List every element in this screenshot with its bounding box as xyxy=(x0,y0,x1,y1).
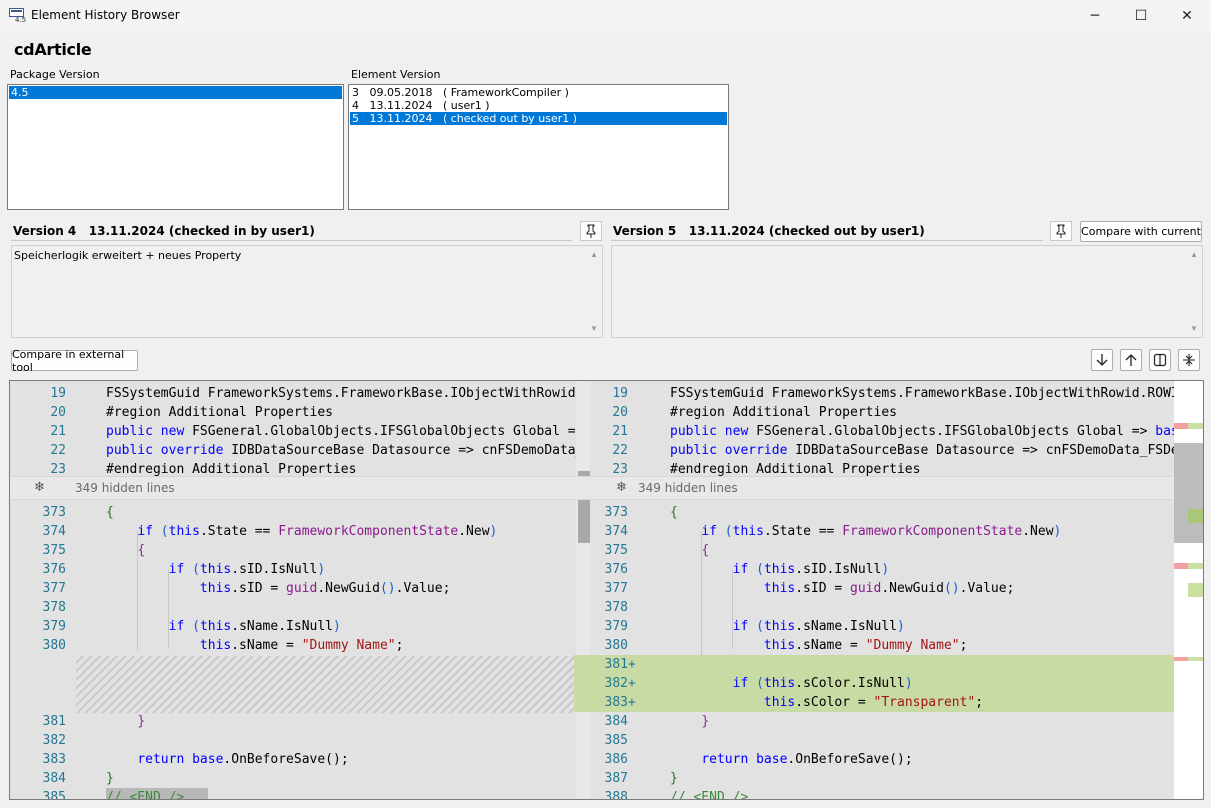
left-pin-button[interactable] xyxy=(580,221,602,241)
code-line: 381 } xyxy=(42,714,146,729)
window-title: Element History Browser xyxy=(31,8,180,22)
element-version-item[interactable]: 5 13.11.2024 ( checked out by user1 ) xyxy=(350,112,727,125)
right-pin-button[interactable] xyxy=(1050,221,1072,241)
code-line: 379 if (this.sName.IsNull) xyxy=(604,619,905,634)
code-line: 384 } xyxy=(604,714,710,729)
removed-marker xyxy=(1174,563,1188,569)
hidden-lines-row[interactable]: ❄ 349 hidden lines xyxy=(574,476,1174,500)
overview-thumb[interactable] xyxy=(1174,443,1203,543)
left-comment-text: Speicherlogik erweitert + neues Property xyxy=(14,249,242,262)
maximize-button[interactable]: ☐ xyxy=(1118,0,1164,32)
right-comment-box[interactable]: ▲ ▼ xyxy=(611,245,1203,338)
code-line: 22 public override IDBDataSourceBase Data… xyxy=(50,443,576,458)
code-line: 374 if (this.State == FrameworkComponent… xyxy=(42,524,498,539)
scroll-down-icon[interactable]: ▼ xyxy=(590,324,598,333)
diff-overview-ruler[interactable] xyxy=(1174,381,1203,799)
left-comment-box[interactable]: Speicherlogik erweitert + neues Property… xyxy=(11,245,603,338)
code-line: 376 if (this.sID.IsNull) xyxy=(42,562,326,577)
code-line: 373{ xyxy=(604,505,678,520)
scroll-down-icon[interactable]: ▼ xyxy=(1190,324,1198,333)
element-version-item[interactable]: 3 09.05.2018 ( FrameworkCompiler ) xyxy=(350,86,727,99)
scroll-up-icon[interactable]: ▲ xyxy=(590,250,598,259)
split-view-icon xyxy=(1153,353,1167,367)
arrow-down-icon xyxy=(1096,354,1108,366)
modified-pane[interactable]: 19 FSSystemGuid FrameworkSystems.Framewor… xyxy=(574,381,1174,800)
code-line: 378 xyxy=(604,600,628,615)
added-marker xyxy=(1188,563,1203,569)
added-code-line: 381 + xyxy=(574,655,1174,674)
right-version-header: Version 5 13.11.2024 (checked out by use… xyxy=(611,221,1043,241)
pin-icon xyxy=(586,224,596,238)
element-version-list[interactable]: 3 09.05.2018 ( FrameworkCompiler ) 4 13.… xyxy=(348,84,729,210)
app-icon-version: 4.5 xyxy=(15,16,27,24)
code-line: 385 xyxy=(604,733,628,748)
code-line: 386 return base.OnBeforeSave(); xyxy=(604,752,913,767)
code-line: 377 this.sID = guid.NewGuid().Value; xyxy=(42,581,451,596)
code-line: 22 public override IDBDataSourceBase Data… xyxy=(612,443,1174,458)
code-line: 384} xyxy=(42,771,114,786)
split-view-button[interactable] xyxy=(1149,349,1171,371)
code-line: 387} xyxy=(604,771,678,786)
added-code-line: 383 + this.sColor = "Transparent"; xyxy=(574,693,1174,712)
hidden-lines-row[interactable]: ❄ 349 hidden lines xyxy=(10,476,576,500)
added-marker xyxy=(1188,423,1203,429)
title-bar: 4.5 Element History Browser ─ ☐ ✕ xyxy=(0,0,1211,32)
previous-diff-button[interactable] xyxy=(1120,349,1142,371)
expand-icon[interactable]: ❄ xyxy=(616,477,627,499)
original-pane[interactable]: 19 FSSystemGuid FrameworkSystems.Framewor… xyxy=(10,381,576,799)
element-version-label: Element Version xyxy=(351,68,441,81)
code-line: 385// <END /> xyxy=(10,788,576,799)
code-line: 19 FSSystemGuid FrameworkSystems.Framewor… xyxy=(612,386,1174,401)
code-line: 388// <END /> xyxy=(604,790,749,800)
minimize-button[interactable]: ─ xyxy=(1072,0,1118,32)
code-line: 20 #region Additional Properties xyxy=(50,405,333,420)
code-line: 376 if (this.sID.IsNull) xyxy=(604,562,890,577)
hidden-lines-label: 349 hidden lines xyxy=(638,481,738,495)
scroll-up-icon[interactable]: ▲ xyxy=(1190,250,1198,259)
added-code-line: 382 + if (this.sColor.IsNull) xyxy=(574,674,1174,693)
code-line: 21 public new FSGeneral.GlobalObjects.IFS… xyxy=(612,424,1174,439)
code-line: 21 public new FSGeneral.GlobalObjects.IFS… xyxy=(50,424,576,439)
compare-with-current-button[interactable]: Compare with current xyxy=(1080,221,1202,242)
package-version-item[interactable]: 4.5 xyxy=(9,86,342,99)
package-version-label: Package Version xyxy=(10,68,100,81)
added-marker xyxy=(1188,657,1203,661)
removed-placeholder xyxy=(76,656,576,713)
added-marker xyxy=(1188,583,1203,597)
package-version-list[interactable]: 4.5 xyxy=(7,84,344,210)
code-line: 377 this.sID = guid.NewGuid().Value; xyxy=(604,581,1015,596)
added-marker xyxy=(1188,509,1203,523)
left-version-header: Version 4 13.11.2024 (checked in by user… xyxy=(11,221,572,241)
code-line: 380 this.sName = "Dummy Name"; xyxy=(604,638,968,653)
element-version-item[interactable]: 4 13.11.2024 ( user1 ) xyxy=(350,99,727,112)
code-line: 375 { xyxy=(604,543,710,558)
code-line: 19 FSSystemGuid FrameworkSystems.Framewor… xyxy=(50,386,576,401)
element-name-heading: cdArticle xyxy=(14,40,92,59)
close-button[interactable]: ✕ xyxy=(1164,0,1210,32)
code-line: 375 { xyxy=(42,543,146,558)
removed-marker xyxy=(1174,657,1188,661)
app-icon: 4.5 xyxy=(9,8,27,24)
expand-icon[interactable]: ❄ xyxy=(34,477,45,499)
code-line: 378 xyxy=(42,600,66,615)
code-line: 382 xyxy=(42,733,66,748)
code-line: 374 if (this.State == FrameworkComponent… xyxy=(604,524,1062,539)
hidden-lines-label: 349 hidden lines xyxy=(75,481,175,495)
code-line: 383 return base.OnBeforeSave(); xyxy=(42,752,349,767)
arrow-up-icon xyxy=(1125,354,1137,366)
removed-marker xyxy=(1174,423,1188,429)
collapse-unchanged-icon xyxy=(1183,354,1195,366)
next-diff-button[interactable] xyxy=(1091,349,1113,371)
code-line: 380 this.sName = "Dummy Name"; xyxy=(42,638,404,653)
collapse-unchanged-button[interactable] xyxy=(1178,349,1200,371)
code-line: 379 if (this.sName.IsNull) xyxy=(42,619,341,634)
code-line: 373{ xyxy=(42,505,114,520)
code-line: 20 #region Additional Properties xyxy=(612,405,897,420)
pin-icon xyxy=(1056,224,1066,238)
compare-external-button[interactable]: Compare in external tool xyxy=(11,348,138,374)
diff-editor[interactable]: 19 FSSystemGuid FrameworkSystems.Framewor… xyxy=(9,380,1204,800)
